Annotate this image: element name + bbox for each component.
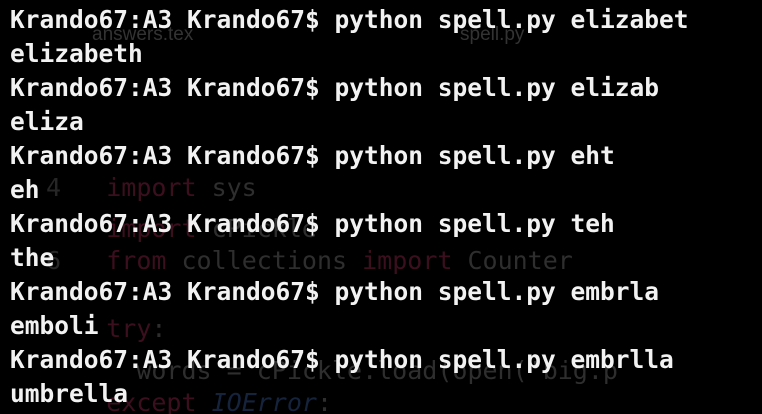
terminal-command-line: Krando67:A3 Krando67$ python spell.py el… <box>10 5 689 34</box>
terminal-output[interactable]: Krando67:A3 Krando67$ python spell.py el… <box>10 3 760 411</box>
terminal-output-line: eliza <box>10 107 84 136</box>
terminal-command-line: Krando67:A3 Krando67$ python spell.py el… <box>10 73 660 102</box>
terminal-command-line: Krando67:A3 Krando67$ python spell.py em… <box>10 345 674 374</box>
terminal-output-line: elizabeth <box>10 39 143 68</box>
terminal-output-line: emboli <box>10 311 99 340</box>
terminal-command-line: Krando67:A3 Krando67$ python spell.py em… <box>10 277 660 306</box>
terminal-window[interactable]: answers.tex spell.py 4 import sys import… <box>0 0 762 414</box>
terminal-command-line: Krando67:A3 Krando67$ python spell.py eh… <box>10 141 615 170</box>
terminal-output-line: umbrella <box>10 379 129 408</box>
terminal-command-line: Krando67:A3 Krando67$ python spell.py te… <box>10 209 615 238</box>
terminal-output-line: eh <box>10 175 40 204</box>
terminal-output-line: the <box>10 243 55 272</box>
